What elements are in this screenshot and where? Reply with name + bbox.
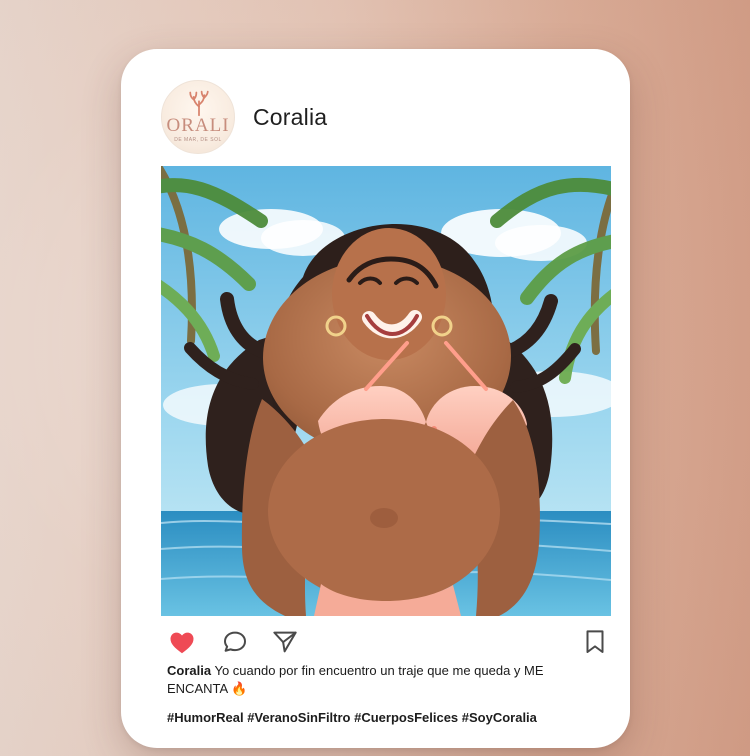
post-username[interactable]: Coralia	[253, 104, 327, 131]
fire-emoji: 🔥	[231, 681, 248, 696]
caption-author[interactable]: Coralia	[167, 663, 211, 678]
post-image[interactable]	[161, 166, 611, 616]
send-icon[interactable]	[270, 627, 300, 657]
comment-icon[interactable]	[220, 627, 250, 657]
avatar-tagline: DE MAR, DE SOL	[174, 137, 222, 143]
avatar[interactable]: ORALI DE MAR, DE SOL	[161, 80, 235, 154]
coral-icon	[189, 90, 209, 117]
bookmark-icon[interactable]	[580, 627, 610, 657]
post-hashtags[interactable]: #HumorReal #VeranoSinFiltro #CuerposFeli…	[167, 710, 612, 726]
avatar-brand-text: ORALI	[166, 115, 230, 136]
post-actions	[167, 627, 610, 659]
post-caption: Coralia Yo cuando por fin encuentro un t…	[167, 662, 560, 698]
social-post-card: ORALI DE MAR, DE SOL Coralia Coralia Yo …	[121, 49, 630, 748]
post-header: ORALI DE MAR, DE SOL Coralia	[161, 79, 600, 155]
heart-icon[interactable]	[167, 627, 197, 657]
caption-text: Yo cuando por fin encuentro un traje que…	[167, 663, 544, 696]
